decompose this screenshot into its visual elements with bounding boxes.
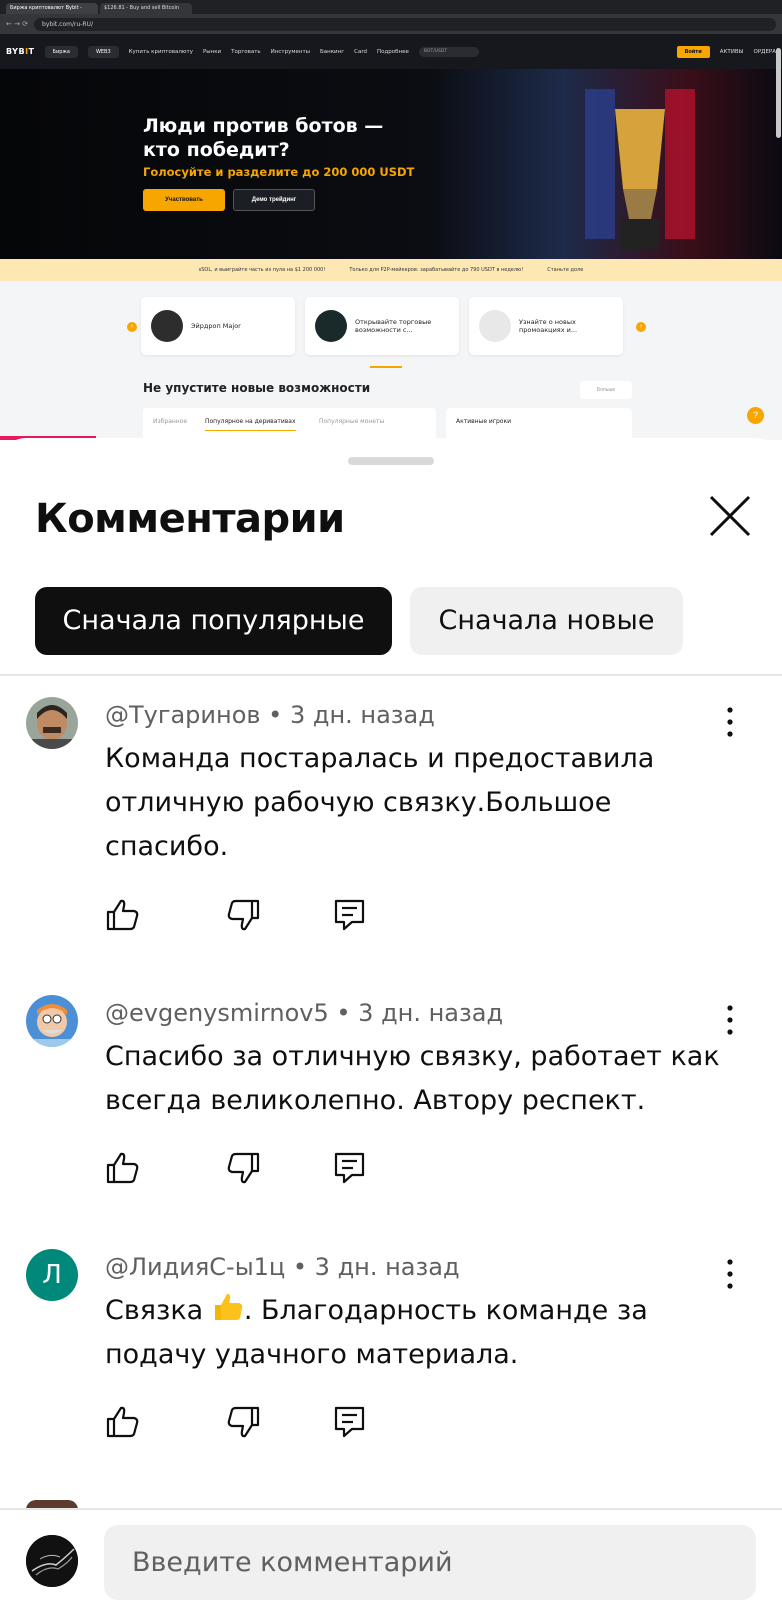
panel-tab[interactable]: Популярные монеты — [319, 418, 384, 425]
comment-text: Спасибо за отличную связку, работает как… — [105, 1041, 720, 1116]
reply-icon[interactable] — [330, 895, 370, 935]
nav-link[interactable]: Инструменты — [271, 49, 310, 55]
nav-link[interactable]: АКТИВЫ — [720, 49, 744, 55]
star-icon — [151, 310, 183, 342]
section-title: Не упустите новые возможности — [143, 381, 371, 395]
nav-pill[interactable]: WEB3 — [87, 45, 119, 58]
promo-section: ‹ Эйрдроп Major Открывайте торговые возм… — [0, 281, 782, 440]
participate-button[interactable]: Участвовать — [143, 189, 225, 211]
panel-tab[interactable]: Активные игроки — [456, 418, 511, 425]
more-icon[interactable] — [716, 702, 744, 742]
promo-item[interactable]: sSOL, и выиграйте часть из пула на $1 20… — [199, 267, 326, 273]
panel-tab[interactable]: Избранное — [153, 418, 187, 425]
like-icon[interactable] — [103, 895, 143, 935]
promo-card-label: Узнайте о новых промоакциях и... — [519, 318, 578, 334]
promo-card[interactable]: Эйрдроп Major — [141, 297, 295, 355]
comment-meta: @ЛидияС-ы1ц • 3 дн. назад — [105, 1253, 460, 1281]
sort-newest-chip[interactable]: Сначала новые — [410, 587, 683, 655]
comment-time: 3 дн. назад — [289, 701, 435, 729]
reply-icon[interactable] — [330, 1148, 370, 1188]
hero-subtitle: Голосуйте и разделите до 200 000 USDT — [143, 165, 415, 179]
comment-meta: @Тугаринов • 3 дн. назад — [105, 701, 435, 729]
browser-tab[interactable]: $126.81 - Buy and sell Bitcoin — [100, 3, 192, 14]
browser-tab[interactable]: Биржа криптовалют Bybit - — [6, 3, 98, 14]
comment-author[interactable]: @Тугаринов — [105, 701, 261, 729]
dislike-icon[interactable] — [223, 895, 263, 935]
bybit-navbar: BYBIT Биржа WEB3 Купить криптовалюту Рын… — [0, 34, 782, 69]
browser-tab-strip: Биржа криптовалют Bybit - $126.81 - Buy … — [0, 0, 782, 14]
promo-item[interactable]: Станьте доле — [547, 267, 583, 273]
close-icon[interactable] — [707, 493, 753, 539]
sheet-title: Комментарии — [35, 496, 345, 542]
page-scrollbar[interactable] — [776, 48, 781, 138]
video-frame[interactable]: Биржа криптовалют Bybit - $126.81 - Buy … — [0, 0, 782, 440]
nav-link[interactable]: Рынки — [203, 49, 221, 55]
comment-author[interactable]: @evgenysmirnov5 — [105, 999, 329, 1027]
avatar[interactable] — [26, 995, 78, 1047]
markets-panel: Избранное Популярное на деривативах Попу… — [143, 408, 436, 440]
comment-text-start: Связка — [105, 1295, 212, 1326]
nav-link[interactable]: ОРДЕРА — [754, 49, 777, 55]
promo-card-label: Открывайте торговые возможности с... — [355, 318, 432, 334]
nav-pill[interactable]: Биржа — [44, 45, 78, 58]
nav-link[interactable]: Card — [354, 49, 367, 55]
login-button[interactable]: Войти — [676, 45, 710, 58]
hero-title: Люди против ботов — кто победит? — [143, 115, 384, 161]
next-arrow-icon[interactable]: › — [636, 322, 646, 332]
comment-text: Команда постаралась и предоставила отлич… — [105, 743, 655, 862]
sort-popular-chip[interactable]: Сначала популярные — [35, 587, 392, 655]
address-bar[interactable]: bybit.com/ru-RU/ — [34, 17, 776, 31]
comment-text: Связка . Благодарность команде за подачу… — [105, 1289, 730, 1377]
comment-author[interactable]: @ЛидияС-ы1ц — [105, 1253, 285, 1281]
comment-meta: @evgenysmirnov5 • 3 дн. назад — [105, 999, 504, 1027]
comment-time: 3 дн. назад — [314, 1253, 460, 1281]
promo-card[interactable]: Узнайте о новых промоакциях и... — [469, 297, 623, 355]
like-icon[interactable] — [103, 1402, 143, 1442]
avatar[interactable]: Л — [26, 1249, 78, 1301]
dislike-icon[interactable] — [223, 1402, 263, 1442]
prev-arrow-icon[interactable]: ‹ — [127, 322, 137, 332]
my-avatar[interactable] — [26, 1535, 78, 1587]
promo-item[interactable]: Только для P2P-мейкеров: зарабатывайте д… — [349, 267, 523, 273]
promo-ticker: sSOL, и выиграйте часть из пула на $1 20… — [0, 259, 782, 281]
bybit-logo: BYBIT — [6, 47, 35, 56]
more-icon[interactable] — [716, 1254, 744, 1294]
divider — [0, 674, 782, 676]
like-icon[interactable] — [103, 1148, 143, 1188]
nav-link[interactable]: Банкинг — [320, 49, 344, 55]
reply-icon[interactable] — [330, 1402, 370, 1442]
dislike-icon[interactable] — [223, 1148, 263, 1188]
diamond-icon — [479, 310, 511, 342]
browser-address-row: ← → ⟳ bybit.com/ru-RU/ — [0, 14, 782, 34]
avatar[interactable] — [26, 697, 78, 749]
browser-nav-icons: ← → ⟳ — [6, 20, 29, 28]
comment-time: 3 дн. назад — [358, 999, 504, 1027]
support-icon[interactable]: ? — [747, 407, 764, 424]
carousel-indicator — [370, 366, 402, 368]
panel-tab[interactable]: Популярное на деривативах — [205, 418, 296, 431]
comment-input[interactable] — [104, 1525, 756, 1600]
nav-link[interactable]: Подробнее — [377, 49, 409, 55]
bybit-search[interactable]: BOT/USDT — [418, 46, 479, 57]
more-button[interactable]: Больше — [580, 381, 632, 399]
more-icon[interactable] — [716, 1000, 744, 1040]
nav-link[interactable]: Торговать — [231, 49, 261, 55]
players-panel: Активные игроки — [446, 408, 632, 440]
comment-input-bar — [0, 1510, 782, 1600]
robot-icon — [315, 310, 347, 342]
drag-handle[interactable] — [348, 457, 434, 465]
thumbs-up-emoji — [214, 1293, 243, 1320]
promo-card[interactable]: Открывайте торговые возможности с... — [305, 297, 459, 355]
demo-trading-button[interactable]: Демо трейдинг — [233, 189, 315, 211]
promo-card-label: Эйрдроп Major — [191, 322, 241, 330]
nav-link[interactable]: Купить криптовалюту — [129, 49, 193, 55]
hero-banner: Люди против ботов — кто победит? Голосуй… — [0, 69, 782, 259]
trophy-illustration — [585, 89, 695, 249]
